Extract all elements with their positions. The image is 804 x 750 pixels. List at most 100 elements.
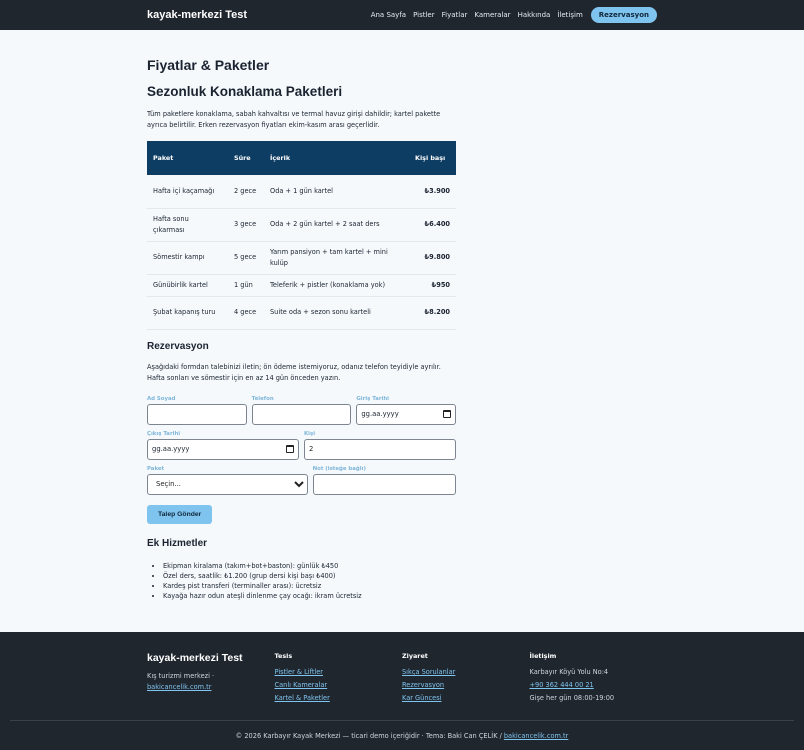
reservation-description: Aşağıdaki formdan talebinizi iletin; ön … xyxy=(147,362,441,382)
phone-input[interactable] xyxy=(251,403,352,425)
extras-title: Ek Hizmetler xyxy=(147,537,208,549)
cell-price: ₺950 xyxy=(409,274,456,297)
footer-col-title: Ziyaret xyxy=(402,652,428,660)
form-row-2: Çıkış Tarihi gg.aa.yyyy Kişi xyxy=(147,429,456,460)
list-item: Kayağa hazır odun ateşli dinlenme çay oc… xyxy=(163,591,657,601)
reservation-cta-button[interactable]: Rezervasyon xyxy=(590,7,657,23)
calendar-icon[interactable] xyxy=(443,410,452,418)
packages-table: Paket Süre İçerik Kişi başı Hafta içi ka… xyxy=(147,141,456,330)
footer-tagline: Kış turizmi merkezi · bakicancelik.com.t… xyxy=(147,671,275,693)
footer-columns: kayak-merkezi Test Kış turizmi merkezi ·… xyxy=(147,652,657,707)
packages-description: Tüm paketlere konaklama, sabah kahvaltıs… xyxy=(147,110,441,129)
cell-duration: 5 gece xyxy=(228,241,264,275)
footer-col-tesis: Tesis Pistler & Liftler Canlı Kameralar … xyxy=(275,652,403,707)
footer-col-ziyaret: Ziyaret Sıkça Sorulanlar Rezervasyon Kar… xyxy=(402,652,530,707)
note-label: Not (isteğe bağlı) xyxy=(312,465,366,472)
name-input[interactable] xyxy=(147,403,247,425)
package-field-group: Paket Seçin... xyxy=(147,464,308,495)
col-header-content: İçerik xyxy=(264,141,409,175)
footer-brand-col: kayak-merkezi Test Kış turizmi merkezi ·… xyxy=(147,652,275,707)
main-nav: Ana Sayfa Pistler Fiyatlar Kameralar Hak… xyxy=(364,7,657,23)
cell-price: ₺9.800 xyxy=(409,241,456,275)
cell-content: Suite oda + sezon sonu karteli xyxy=(264,296,409,330)
table-row: Günübirlik kartel 1 gün Teleferik + pist… xyxy=(147,274,456,297)
footer-link-rezervasyon[interactable]: Rezervasyon xyxy=(402,681,530,689)
footer-tagline-link[interactable]: bakicancelik.com.tr xyxy=(147,683,211,691)
page-title: Fiyatlar & Paketler xyxy=(147,57,270,73)
nav-home[interactable]: Ana Sayfa xyxy=(371,11,406,19)
nav-kameralar[interactable]: Kameralar xyxy=(474,11,510,19)
cell-price: ₺3.900 xyxy=(409,175,456,209)
checkout-date-value: gg.aa.yyyy xyxy=(152,445,190,453)
people-input[interactable] xyxy=(304,438,456,460)
col-header-price: Kişi başı xyxy=(409,141,456,175)
people-field-group: Kişi xyxy=(304,429,456,460)
cell-price: ₺6.400 xyxy=(409,208,456,242)
footer-link-kartel[interactable]: Kartel & Paketler xyxy=(275,694,403,702)
cell-package: Hafta sonu çıkarması xyxy=(147,208,228,242)
calendar-icon[interactable] xyxy=(286,445,294,453)
table-row: Sömestir kampı 5 gece Yarım pansiyon + t… xyxy=(147,241,456,275)
extras-list: Ekipman kiralama (takım+bot+baston): gün… xyxy=(147,561,657,601)
footer-brand: kayak-merkezi Test xyxy=(147,652,243,664)
main-content: Fiyatlar & Paketler Sezonluk Konaklama P… xyxy=(0,30,804,632)
site-brand[interactable]: kayak-merkezi Test xyxy=(147,9,247,21)
package-select[interactable]: Seçin... xyxy=(147,473,308,495)
package-label: Paket xyxy=(147,465,165,472)
reservation-title: Rezervasyon xyxy=(147,340,209,352)
nav-fiyatlar[interactable]: Fiyatlar xyxy=(442,11,468,19)
note-field-group: Not (isteğe bağlı) xyxy=(312,464,456,495)
copyright-text: © 2026 Karbayır Kayak Merkezi — ticari d… xyxy=(235,731,502,740)
cell-duration: 3 gece xyxy=(228,208,264,242)
checkin-date-value: gg.aa.yyyy xyxy=(361,410,399,418)
footer-address: Karbayır Köyü Yolu No:4 xyxy=(529,668,609,676)
table-header-row: Paket Süre İçerik Kişi başı xyxy=(147,141,456,175)
name-label: Ad Soyad xyxy=(147,395,176,402)
checkout-label: Çıkış Tarihi xyxy=(147,430,181,437)
nav-hakkinda[interactable]: Hakkında xyxy=(518,11,551,19)
checkin-date-input[interactable]: gg.aa.yyyy xyxy=(356,403,457,425)
phone-label: Telefon xyxy=(251,395,274,402)
cell-content: Oda + 1 gün kartel xyxy=(264,175,409,209)
note-input[interactable] xyxy=(312,473,456,495)
footer-copyright: © 2026 Karbayır Kayak Merkezi — ticari d… xyxy=(10,720,794,750)
checkin-field-group: Giriş Tarihi gg.aa.yyyy xyxy=(356,394,457,425)
footer-link-pistler[interactable]: Pistler & Liftler xyxy=(275,668,403,676)
list-item: Kardeş pist transferi (terminaller arası… xyxy=(163,581,657,591)
cell-content: Teleferik + pistler (konaklama yok) xyxy=(264,274,409,297)
footer-link-kar-guncesi[interactable]: Kar Güncesi xyxy=(402,694,530,702)
checkout-field-group: Çıkış Tarihi gg.aa.yyyy xyxy=(147,429,299,460)
footer-hours: Gişe her gün 08:00-19:00 xyxy=(529,694,615,702)
col-header-package: Paket xyxy=(147,141,228,175)
footer-link-kameralar[interactable]: Canlı Kameralar xyxy=(275,681,403,689)
footer-phone-link[interactable]: +90 362 444 00 21 xyxy=(530,681,658,689)
table-row: Hafta sonu çıkarması 3 gece Oda + 2 gün … xyxy=(147,208,456,242)
site-footer: kayak-merkezi Test Kış turizmi merkezi ·… xyxy=(0,632,804,750)
cell-package: Sömestir kampı xyxy=(147,241,228,275)
cell-package: Günübirlik kartel xyxy=(147,274,228,297)
form-row-1: Ad Soyad Telefon Giriş Tarihi gg.aa.yyyy xyxy=(147,394,457,425)
extras-section: Ek Hizmetler Ekipman kiralama (takım+bot… xyxy=(147,538,657,601)
list-item: Özel ders, saatlik: ₺1.200 (grup dersi k… xyxy=(163,571,657,581)
table-row: Hafta içi kaçamağı 2 gece Oda + 1 gün ka… xyxy=(147,175,456,209)
reservation-section: Rezervasyon Aşağıdaki formdan talebinizi… xyxy=(147,341,657,524)
footer-tagline-text: Kış turizmi merkezi · xyxy=(147,672,215,680)
submit-request-button[interactable]: Talep Gönder xyxy=(147,504,213,524)
section-title-packages: Sezonluk Konaklama Paketleri xyxy=(147,84,343,99)
cell-price: ₺8.200 xyxy=(409,296,456,330)
reservation-form: Ad Soyad Telefon Giriş Tarihi gg.aa.yyyy xyxy=(147,394,457,524)
nav-iletisim[interactable]: İletişim xyxy=(557,11,582,19)
cell-duration: 2 gece xyxy=(228,175,264,209)
nav-pistler[interactable]: Pistler xyxy=(413,11,435,19)
people-label: Kişi xyxy=(304,430,316,437)
copyright-link[interactable]: bakicancelik.com.tr xyxy=(504,732,568,740)
cell-duration: 4 gece xyxy=(228,296,264,330)
cell-package: Hafta içi kaçamağı xyxy=(147,175,228,209)
cell-content: Yarım pansiyon + tam kartel + mini kulüp xyxy=(264,241,409,275)
cell-package: Şubat kapanış turu xyxy=(147,296,228,330)
footer-col-iletisim: İletişim Karbayır Köyü Yolu No:4 +90 362… xyxy=(530,652,658,707)
checkout-date-input[interactable]: gg.aa.yyyy xyxy=(147,438,299,460)
footer-link-sss[interactable]: Sıkça Sorulanlar xyxy=(402,668,530,676)
footer-col-title: İletişim xyxy=(529,652,557,660)
cell-duration: 1 gün xyxy=(228,274,264,297)
